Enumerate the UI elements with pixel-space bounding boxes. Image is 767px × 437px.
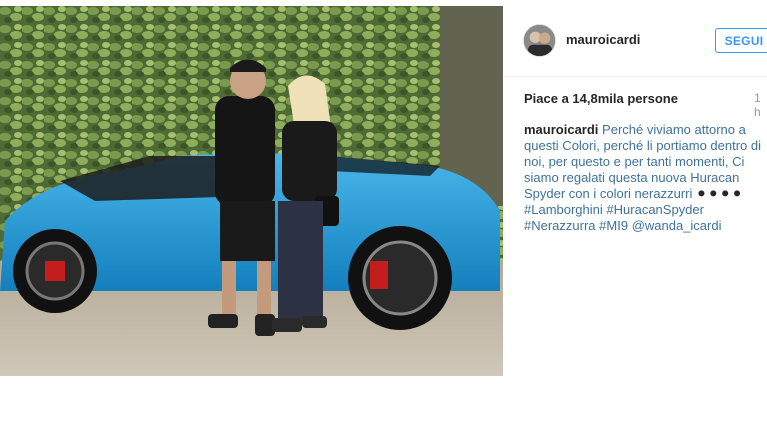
- caption-emoji: ⚫⚫⚫⚫: [695, 186, 744, 201]
- post-username[interactable]: mauroicardi: [566, 32, 640, 47]
- post-sidebar: mauroicardi SEGUI Piace a 14,8mila perso…: [503, 0, 767, 437]
- post-photo[interactable]: [0, 6, 503, 376]
- post-photo-image: [0, 6, 503, 376]
- post-caption: mauroicardi Perché viviamo attorno a que…: [524, 122, 764, 234]
- post-time[interactable]: 1 h: [754, 91, 767, 119]
- post-header: mauroicardi SEGUI: [503, 0, 767, 77]
- mention-wanda-icardi[interactable]: @wanda_icardi: [632, 218, 722, 233]
- hashtag-lamborghini[interactable]: #Lamborghini: [524, 202, 603, 217]
- profile-avatar[interactable]: [523, 24, 556, 57]
- hashtag-nerazzurra[interactable]: #Nerazzurra: [524, 218, 596, 233]
- likes-count[interactable]: Piace a 14,8mila persone: [524, 91, 678, 106]
- hashtag-mi9[interactable]: #MI9: [599, 218, 628, 233]
- hashtag-huracanspyder[interactable]: #HuracanSpyder: [606, 202, 704, 217]
- avatar-icon: [524, 25, 555, 56]
- caption-username[interactable]: mauroicardi: [524, 122, 598, 137]
- follow-button[interactable]: SEGUI: [715, 28, 767, 53]
